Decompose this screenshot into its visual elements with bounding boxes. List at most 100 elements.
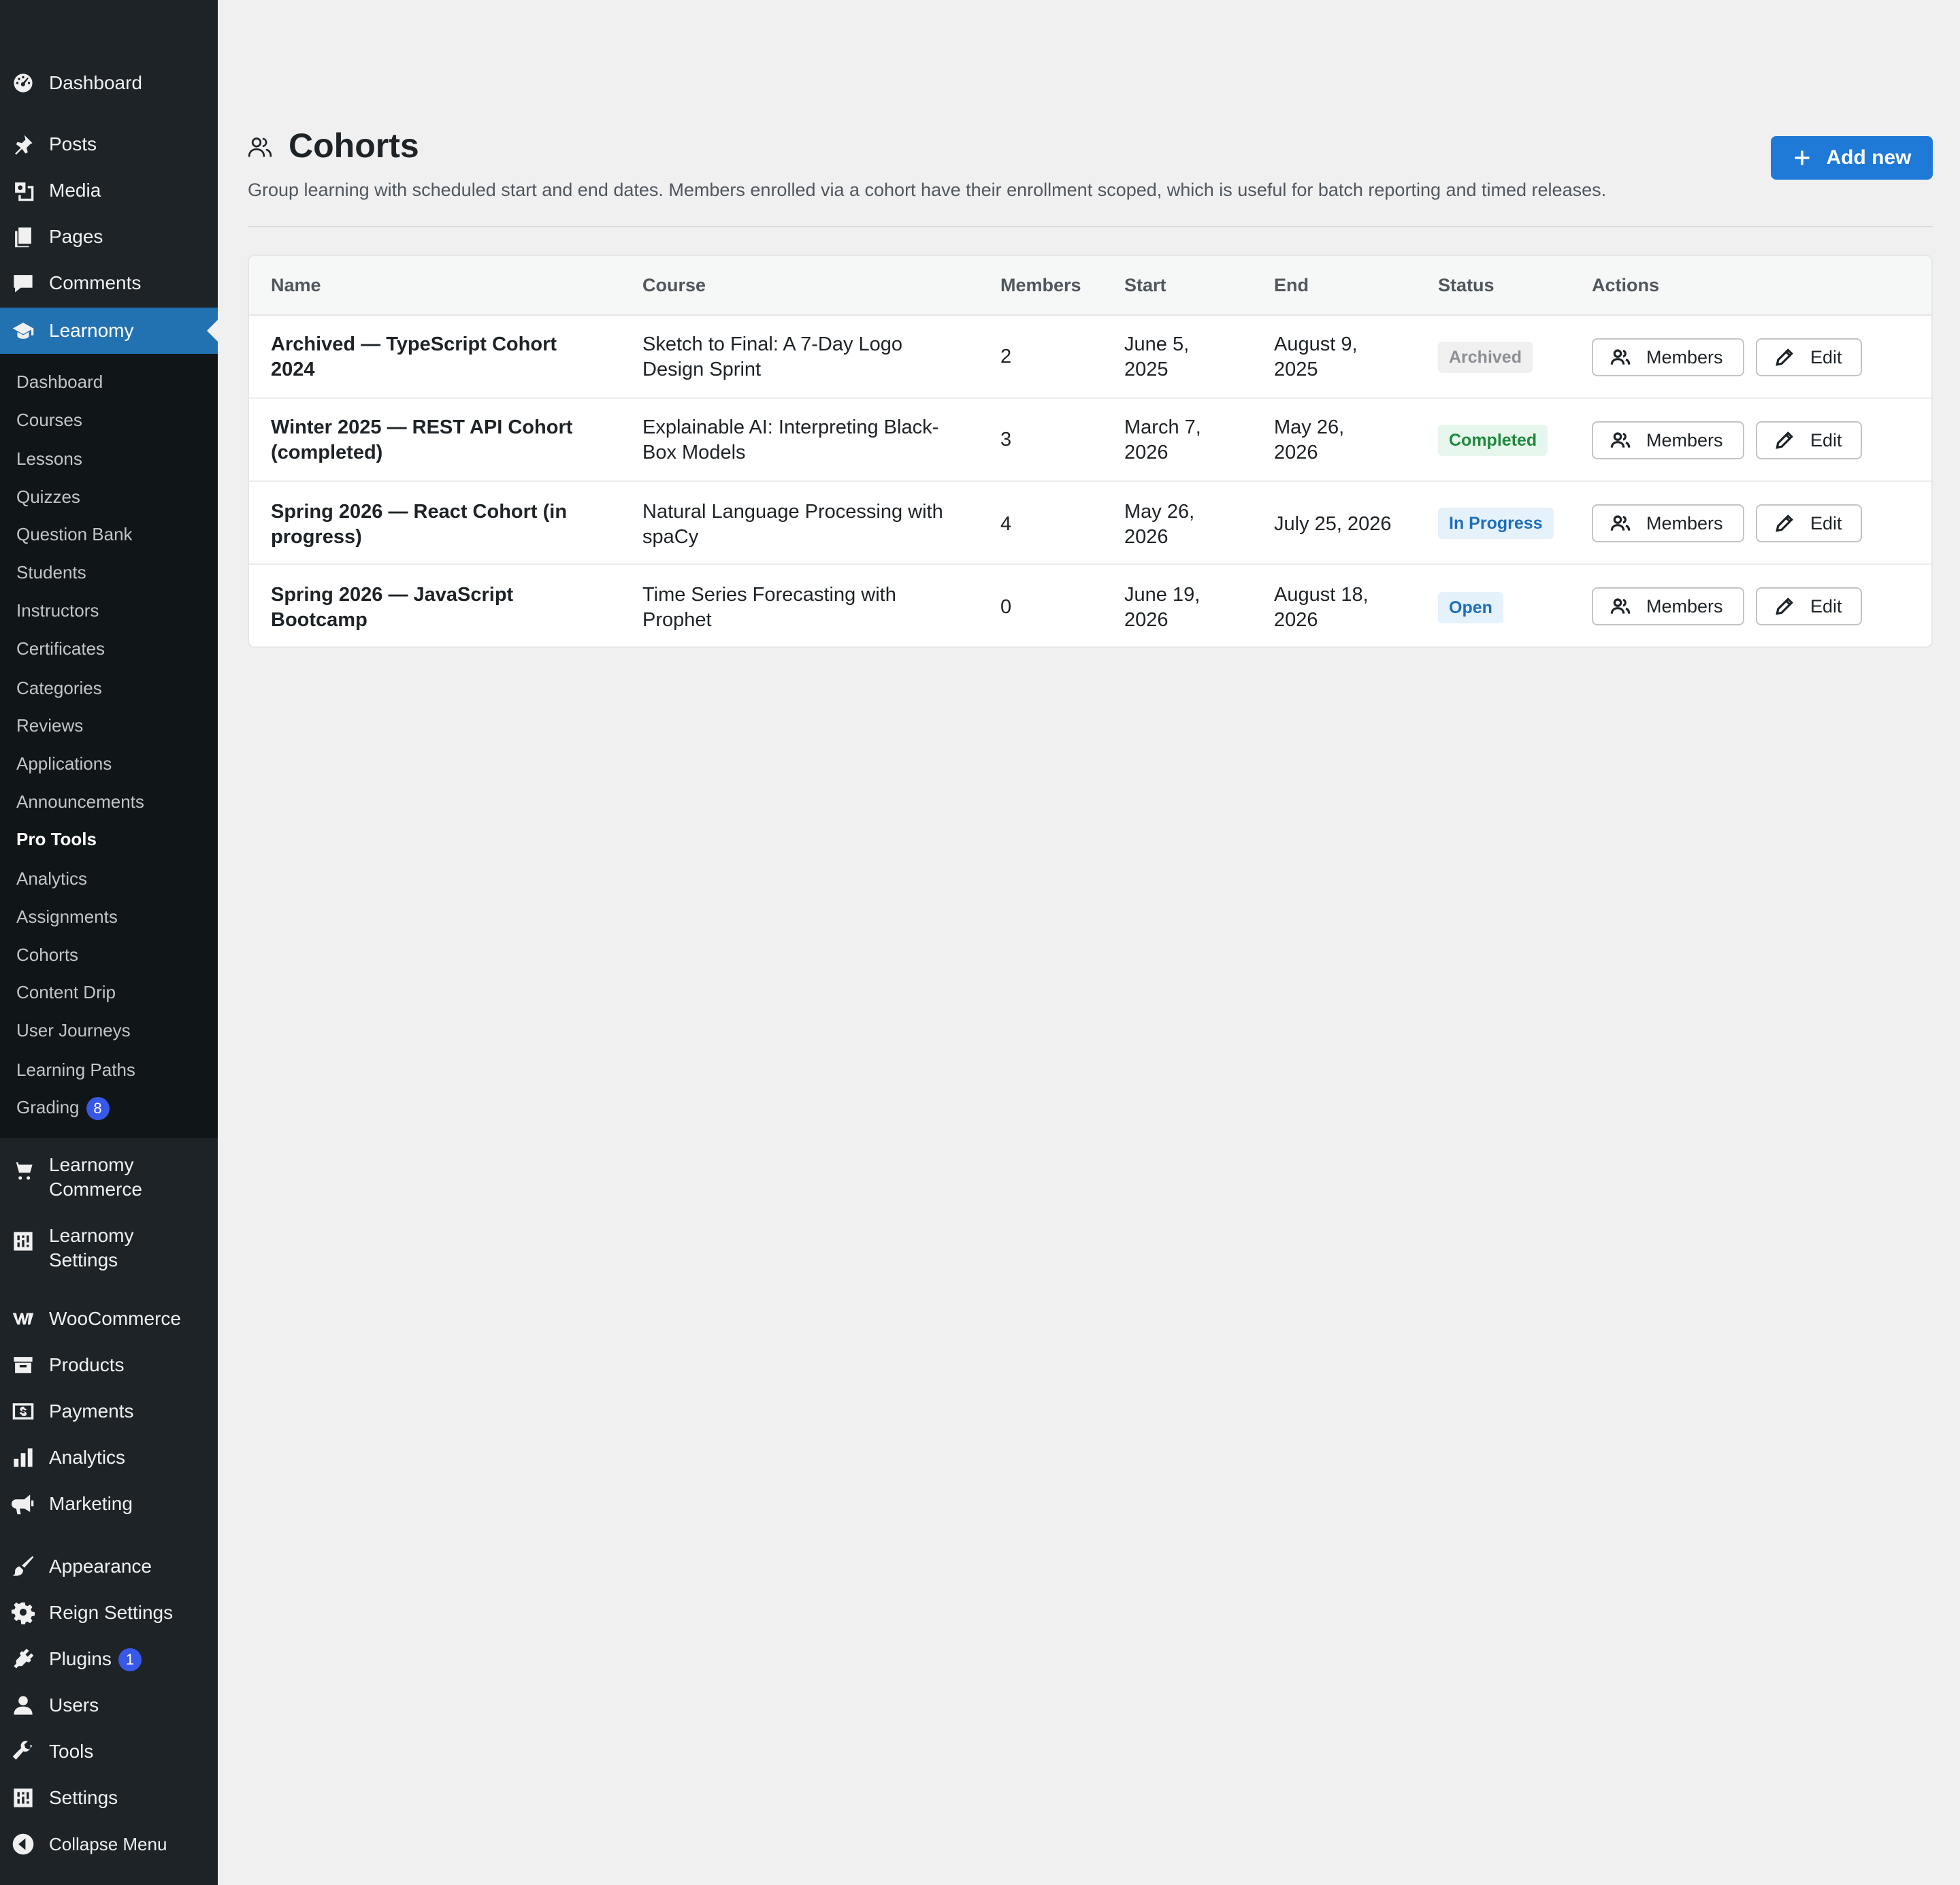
submenu-lessons[interactable]: Lessons [16,447,82,470]
cohort-name-line2: 2024 [271,359,315,380]
add-new-label: Add new [1826,146,1912,169]
menu-analytics[interactable]: Analytics [0,1436,218,1479]
menu-media[interactable]: Media [0,169,218,212]
submenu-user-journeys[interactable]: User Journeys [16,1019,131,1042]
menu-learnomy[interactable]: Learnomy [0,308,218,354]
submenu-students[interactable]: Students [16,561,86,584]
dashboard-icon [11,71,35,95]
edit-button[interactable]: Edit [1756,587,1862,625]
column-header-members[interactable]: Members [1000,274,1081,297]
cohort-name-line2: progress) [271,526,362,548]
menu-label: Marketing [49,1493,133,1514]
menu-woocommerce[interactable]: WooCommerce [0,1297,218,1341]
menu-appearance[interactable]: Appearance [0,1545,218,1588]
members-button[interactable]: Members [1592,421,1744,459]
cohort-name[interactable]: Spring 2026 — React Cohort (in progress) [271,499,567,550]
menu-settings[interactable]: Settings [0,1776,218,1820]
members-button[interactable]: Members [1592,504,1744,542]
submenu-announcements[interactable]: Announcements [16,790,144,813]
users-icon [1610,432,1631,448]
submenu-cohorts[interactable]: Cohorts [16,943,78,966]
submenu-courses[interactable]: Courses [16,408,82,431]
submenu-grading[interactable]: Grading 8 [16,1096,110,1121]
menu-posts[interactable]: Posts [0,122,218,166]
status-badge: Open [1438,592,1503,623]
learnomy-submenu: Dashboard Courses Lessons Quizzes Questi… [0,354,218,1138]
members-count: 0 [1000,596,1012,618]
members-count: 2 [1000,346,1012,367]
dollar-icon [11,1399,35,1424]
menu-payments[interactable]: Payments [0,1390,218,1433]
course-name: Natural Language Processing with spaCy [642,499,943,550]
menu-learnomy-commerce[interactable]: Learnomy Commerce [0,1143,218,1211]
submenu-instructors[interactable]: Instructors [16,599,99,622]
submenu-learning-paths[interactable]: Learning Paths [16,1058,135,1081]
column-header-end[interactable]: End [1274,274,1309,297]
members-button[interactable]: Members [1592,587,1744,625]
submenu-certificates[interactable]: Certificates [16,637,105,660]
header-divider [248,226,1933,227]
media-icon [11,178,35,203]
column-header-course[interactable]: Course [642,274,706,297]
members-button-label: Members [1646,346,1723,367]
archive-icon [11,1353,35,1377]
course-name-line2: Box Models [642,442,746,463]
submenu-content-drip[interactable]: Content Drip [16,981,116,1004]
users-icon [248,137,272,157]
members-button-label: Members [1646,429,1723,450]
submenu-analytics[interactable]: Analytics [16,867,87,890]
submenu-categories[interactable]: Categories [16,676,102,700]
end-date-line1: August 9, [1274,333,1358,355]
submenu-grading-label: Grading [16,1097,80,1117]
page-title: Cohorts [289,127,419,165]
menu-plugins[interactable]: Plugins 1 [0,1637,218,1681]
menu-label: Tools [49,1741,94,1762]
edit-button[interactable]: Edit [1756,338,1862,376]
start-date-line2: 2026 [1124,442,1169,463]
submenu-quizzes[interactable]: Quizzes [16,485,80,508]
settings-sliders-icon [11,1786,35,1810]
edit-button[interactable]: Edit [1756,504,1862,542]
menu-label-line2: Settings [49,1249,118,1271]
pencil-icon [1776,514,1793,532]
add-new-button[interactable]: Add new [1771,136,1933,180]
menu-products[interactable]: Products [0,1343,218,1387]
menu-tools[interactable]: Tools [0,1730,218,1773]
menu-dashboard[interactable]: Dashboard [0,61,218,105]
start-date-line1: June 5, [1124,333,1190,355]
menu-collapse[interactable]: Collapse Menu [0,1822,218,1866]
menu-label: Payments [49,1400,134,1422]
cohort-name[interactable]: Archived — TypeScript Cohort 2024 [271,332,557,382]
menu-label: Media [49,180,101,201]
cohort-name-line1: Archived — TypeScript Cohort [271,333,557,355]
members-button[interactable]: Members [1592,338,1744,376]
course-name-line2: spaCy [642,526,699,548]
menu-label: Analytics [49,1447,126,1468]
submenu-question-bank[interactable]: Question Bank [16,523,133,546]
column-header-start[interactable]: Start [1124,274,1166,297]
menu-label: Pages [49,226,103,247]
menu-comments[interactable]: Comments [0,261,218,305]
end-date: August 18, 2026 [1274,583,1369,633]
submenu-assignments[interactable]: Assignments [16,905,118,928]
menu-pages[interactable]: Pages [0,215,218,259]
menu-label-text: Plugins [49,1648,112,1669]
bar-chart-icon [11,1445,35,1470]
menu-users[interactable]: Users [0,1684,218,1727]
column-header-name[interactable]: Name [271,274,321,297]
menu-label: Appearance [49,1556,152,1577]
edit-button-label: Edit [1810,595,1842,617]
cohort-name[interactable]: Spring 2026 — JavaScript Bootcamp [271,583,513,633]
start-date: March 7, 2026 [1124,415,1201,465]
submenu-applications[interactable]: Applications [16,752,112,775]
cohort-name[interactable]: Winter 2025 — REST API Cohort (completed) [271,415,572,465]
menu-marketing[interactable]: Marketing [0,1482,218,1526]
menu-learnomy-settings[interactable]: Learnomy Settings [0,1214,218,1282]
submenu-reviews[interactable]: Reviews [16,714,83,737]
column-header-status[interactable]: Status [1438,274,1494,297]
edit-button[interactable]: Edit [1756,421,1862,459]
settings-sliders-icon [11,1229,35,1253]
menu-reign-settings[interactable]: Reign Settings [0,1591,218,1635]
submenu-dashboard[interactable]: Dashboard [16,370,103,393]
start-date: May 26, 2026 [1124,499,1194,550]
